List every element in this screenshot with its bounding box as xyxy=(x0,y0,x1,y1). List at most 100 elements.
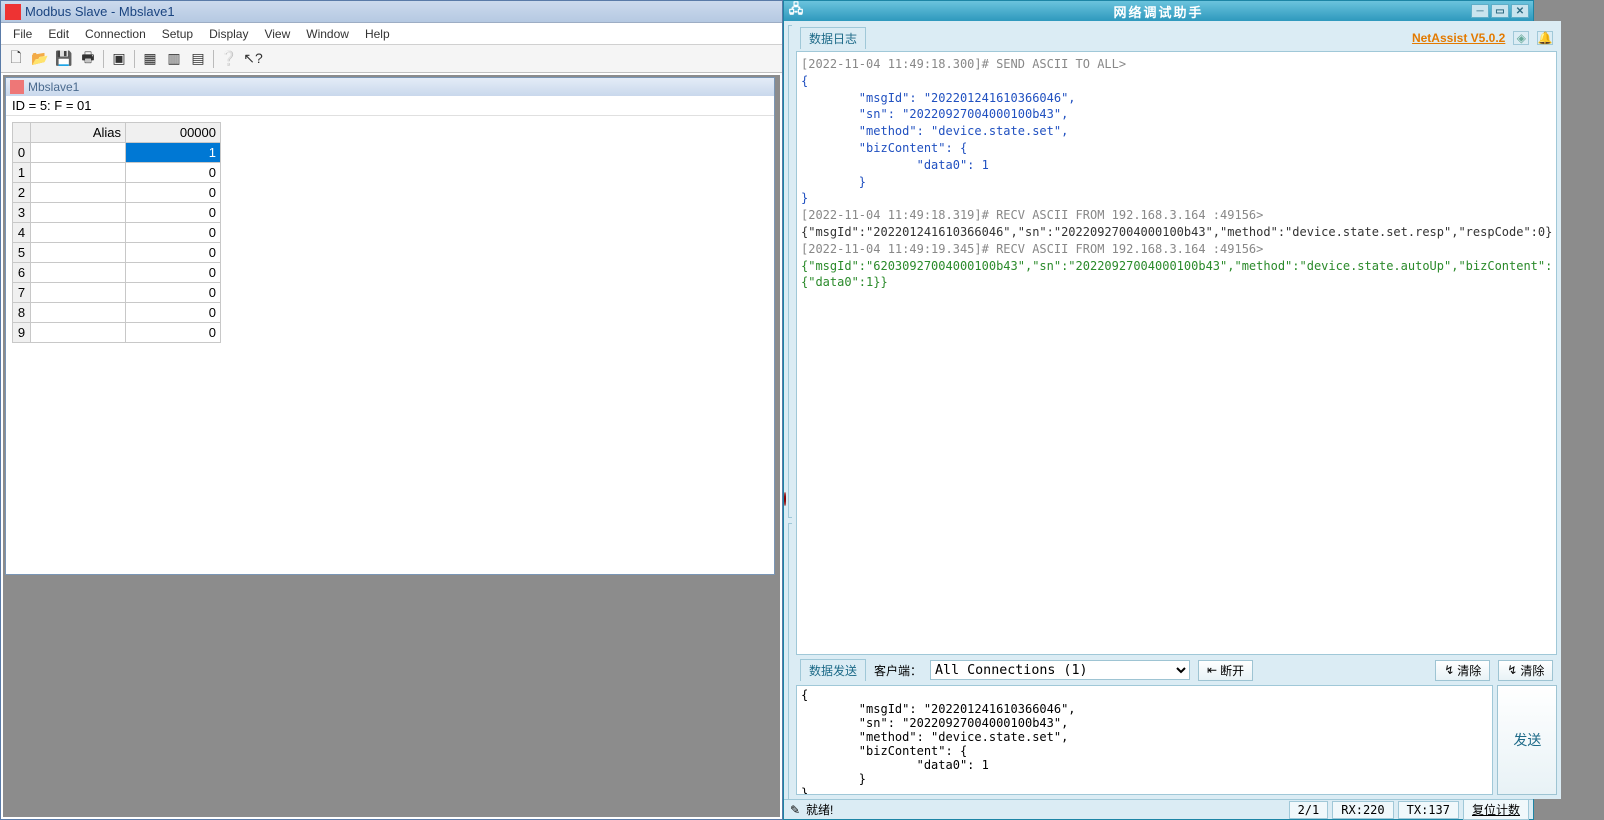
status-bar: ✎ 就绪! 2/1 RX:220 TX:137 复位计数 xyxy=(784,799,1533,819)
value-cell[interactable]: 0 xyxy=(126,183,221,203)
value-cell[interactable]: 0 xyxy=(126,263,221,283)
doc-titlebar[interactable]: Mbslave1 xyxy=(6,78,774,96)
value-cell[interactable]: 0 xyxy=(126,323,221,343)
window-title: Modbus Slave - Mbslave1 xyxy=(25,4,175,19)
client-label: 客户端： xyxy=(874,662,922,679)
value-cell[interactable]: 0 xyxy=(126,303,221,323)
disconnect-icon: ⇤ xyxy=(1207,663,1217,677)
help-icon[interactable]: ❔ xyxy=(218,48,240,70)
row-index: 3 xyxy=(13,203,31,223)
table-row[interactable]: 3 0 xyxy=(13,203,221,223)
table-row[interactable]: 7 0 xyxy=(13,283,221,303)
tool-icon-3[interactable]: ▥ xyxy=(163,48,185,70)
save-icon[interactable]: 💾 xyxy=(53,48,75,70)
tool-icon-4[interactable]: ▤ xyxy=(187,48,209,70)
diamond-icon[interactable]: ◈ xyxy=(1513,31,1529,45)
toolbar: 🗋 📂 💾 🖶 ▣ ▦ ▥ ▤ ❔ ↖? xyxy=(1,45,782,73)
alias-cell[interactable] xyxy=(31,203,126,223)
maximize-button[interactable]: ▭ xyxy=(1491,4,1509,18)
menu-window[interactable]: Window xyxy=(298,25,357,43)
print-icon[interactable]: 🖶 xyxy=(77,48,99,70)
document-window[interactable]: Mbslave1 ID = 5: F = 01 Alias 00000 0 11… xyxy=(5,77,775,575)
value-cell[interactable]: 0 xyxy=(126,223,221,243)
disconnect-button[interactable]: ⇤断开 xyxy=(1198,660,1253,681)
value-cell[interactable]: 0 xyxy=(126,203,221,223)
alias-cell[interactable] xyxy=(31,243,126,263)
clear-button-2[interactable]: ↯清除 xyxy=(1498,660,1553,681)
mdi-client: Mbslave1 ID = 5: F = 01 Alias 00000 0 11… xyxy=(3,75,780,817)
col-alias[interactable]: Alias xyxy=(31,123,126,143)
right-panel: 数据日志 NetAssist V5.0.2 ◈ 🔔 [2022-11-04 11… xyxy=(792,21,1561,799)
alias-cell[interactable] xyxy=(31,143,126,163)
log-tab[interactable]: 数据日志 xyxy=(800,27,866,49)
row-index: 6 xyxy=(13,263,31,283)
table-row[interactable]: 4 0 xyxy=(13,223,221,243)
log-area[interactable]: [2022-11-04 11:49:18.300]# SEND ASCII TO… xyxy=(796,51,1557,655)
send-button[interactable]: 发送 xyxy=(1497,685,1557,795)
row-index: 4 xyxy=(13,223,31,243)
id-line: ID = 5: F = 01 xyxy=(6,96,774,116)
table-row[interactable]: 5 0 xyxy=(13,243,221,263)
send-textarea[interactable] xyxy=(796,685,1493,795)
doc-title: Mbslave1 xyxy=(28,80,79,94)
alias-cell[interactable] xyxy=(31,183,126,203)
connection-select[interactable]: All Connections (1) xyxy=(930,660,1190,680)
menu-edit[interactable]: Edit xyxy=(40,25,77,43)
row-index: 1 xyxy=(13,163,31,183)
app-icon xyxy=(5,4,21,20)
left-panel: 网络设置 （1）协议类型 TCP Server （2）本地主机地址 192.16… xyxy=(784,21,792,799)
mbslave-titlebar[interactable]: Modbus Slave - Mbslave1 xyxy=(1,1,782,23)
table-row[interactable]: 0 1 xyxy=(13,143,221,163)
send-tab[interactable]: 数据发送 xyxy=(800,659,866,681)
ready-label: 就绪! xyxy=(806,801,833,818)
row-index: 9 xyxy=(13,323,31,343)
rx-count: RX:220 xyxy=(1332,801,1393,819)
tab-row: 数据日志 NetAssist V5.0.2 ◈ 🔔 xyxy=(796,25,1557,51)
alias-cell[interactable] xyxy=(31,223,126,243)
new-icon[interactable]: 🗋 xyxy=(5,48,27,70)
table-row[interactable]: 8 0 xyxy=(13,303,221,323)
alias-cell[interactable] xyxy=(31,163,126,183)
corner-cell xyxy=(13,123,31,143)
version-label[interactable]: NetAssist V5.0.2 xyxy=(1412,31,1505,45)
tool-icon-2[interactable]: ▦ xyxy=(139,48,161,70)
conn-count: 2/1 xyxy=(1289,801,1329,819)
value-cell[interactable]: 0 xyxy=(126,243,221,263)
table-row[interactable]: 9 0 xyxy=(13,323,221,343)
alias-cell[interactable] xyxy=(31,303,126,323)
open-icon[interactable]: 📂 xyxy=(29,48,51,70)
table-row[interactable]: 2 0 xyxy=(13,183,221,203)
value-cell[interactable]: 0 xyxy=(126,163,221,183)
tx-count: TX:137 xyxy=(1398,801,1459,819)
whatsthis-icon[interactable]: ↖? xyxy=(242,48,264,70)
menubar: File Edit Connection Setup Display View … xyxy=(1,23,782,45)
menu-setup[interactable]: Setup xyxy=(154,25,201,43)
menu-help[interactable]: Help xyxy=(357,25,398,43)
alias-cell[interactable] xyxy=(31,283,126,303)
value-cell[interactable]: 1 xyxy=(126,143,221,163)
alias-cell[interactable] xyxy=(31,263,126,283)
row-index: 7 xyxy=(13,283,31,303)
clear-button-1[interactable]: ↯清除 xyxy=(1435,660,1490,681)
table-row[interactable]: 6 0 xyxy=(13,263,221,283)
alias-cell[interactable] xyxy=(31,323,126,343)
menu-connection[interactable]: Connection xyxy=(77,25,154,43)
doc-icon xyxy=(10,80,24,94)
na-titlebar[interactable]: 🖧 网络调试助手 ─ ▭ ✕ xyxy=(784,1,1533,21)
send-bar: 数据发送 客户端： All Connections (1) ⇤断开 ↯清除 ↯清… xyxy=(796,657,1557,683)
bell-icon[interactable]: 🔔 xyxy=(1537,31,1553,45)
tool-icon-1[interactable]: ▣ xyxy=(108,48,130,70)
modbus-slave-window: Modbus Slave - Mbslave1 File Edit Connec… xyxy=(0,0,783,820)
menu-view[interactable]: View xyxy=(256,25,298,43)
table-row[interactable]: 1 0 xyxy=(13,163,221,183)
close-button[interactable]: ✕ xyxy=(1511,4,1529,18)
menu-display[interactable]: Display xyxy=(201,25,256,43)
broom-icon: ↯ xyxy=(1444,663,1454,677)
reset-count-button[interactable]: 复位计数 xyxy=(1463,799,1529,820)
separator xyxy=(213,50,214,68)
menu-file[interactable]: File xyxy=(5,25,40,43)
value-cell[interactable]: 0 xyxy=(126,283,221,303)
minimize-button[interactable]: ─ xyxy=(1471,4,1489,18)
col-00000[interactable]: 00000 xyxy=(126,123,221,143)
register-table: Alias 00000 0 11 02 03 04 05 06 07 08 09… xyxy=(12,122,221,343)
